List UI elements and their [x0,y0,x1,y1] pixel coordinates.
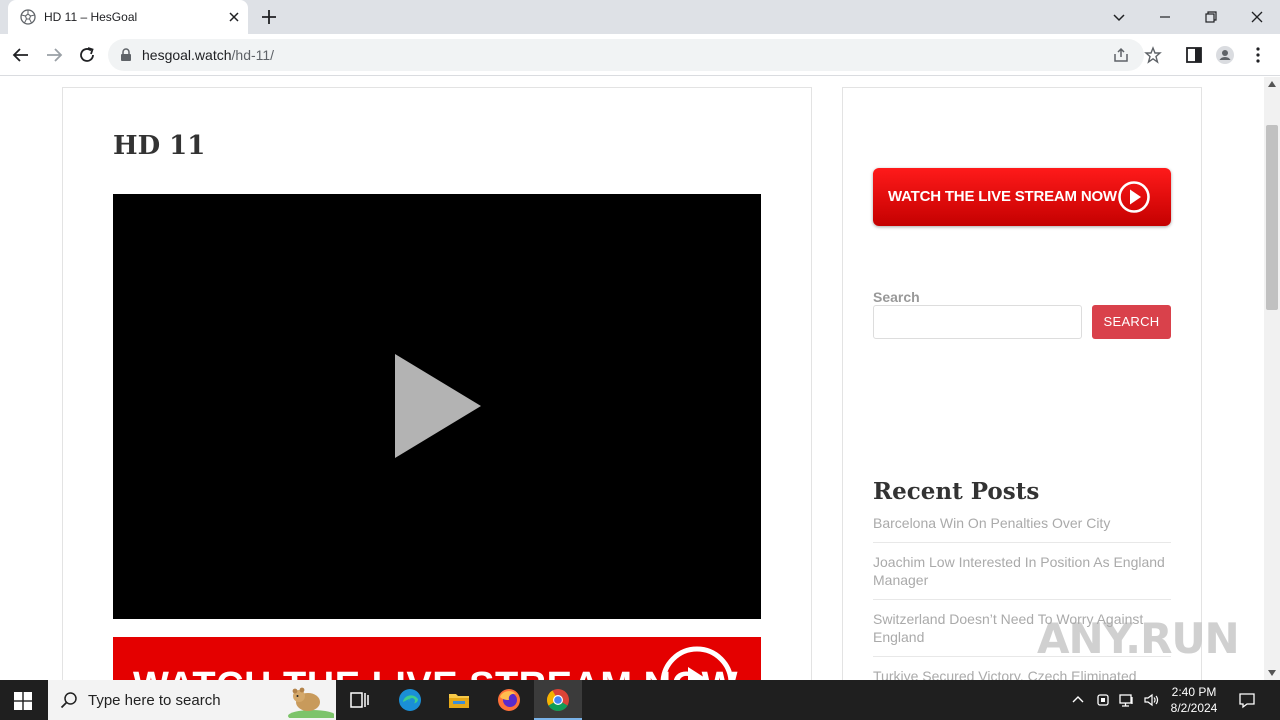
menu-kebab-icon[interactable] [1248,45,1268,65]
windows-taskbar: Type here to search 2:40 PM 8/2/2024 [0,680,1280,720]
clock-date: 8/2/2024 [1170,701,1218,715]
search-icon [60,692,77,709]
url-path: /hd-11/ [231,47,275,63]
chevron-up-icon[interactable] [1070,692,1086,708]
system-clock[interactable]: 2:40 PM 8/2/2024 [1164,684,1224,716]
live-stream-banner[interactable]: WATCH THE LIVE STREAM NOW [113,637,761,680]
tab-search-chevron-icon[interactable] [1108,6,1130,28]
play-circle-icon [660,646,734,680]
search-highlight-illustration [288,687,334,718]
browser-tab[interactable]: HD 11 – HesGoal [8,0,248,34]
page-viewport: HD 11 WATCH THE LIVE STREAM NOW WATCH TH… [0,77,1264,680]
taskbar-search-box[interactable]: Type here to search [48,680,336,720]
recent-post-link[interactable]: Joachim Low Interested In Position As En… [873,553,1171,600]
volume-icon[interactable] [1143,692,1159,708]
search-input[interactable] [873,305,1082,339]
profile-avatar-icon[interactable] [1215,45,1235,65]
recent-post-link[interactable]: Barcelona Win On Penalties Over City [873,514,1171,543]
url-text: hesgoal.watch/hd-11/ [142,47,274,63]
close-tab-icon[interactable] [226,9,242,25]
windows-start-icon[interactable] [14,692,32,710]
video-player[interactable] [113,194,761,619]
back-arrow-icon[interactable] [10,44,32,66]
notification-icon[interactable] [1238,691,1256,709]
scroll-up-arrow-icon[interactable] [1268,81,1276,87]
close-window-icon[interactable] [1246,6,1268,28]
tab-title: HD 11 – HesGoal [44,10,138,24]
address-bar[interactable]: hesgoal.watch/hd-11/ [108,39,1162,71]
side-panel-icon[interactable] [1184,45,1204,65]
file-explorer-icon[interactable] [447,688,471,712]
anyrun-watermark: ANY.RUN [1037,614,1240,663]
scroll-down-arrow-icon[interactable] [1268,670,1276,676]
sidebar: WATCH THE LIVE STREAM NOW Search SEARCH … [842,87,1202,680]
watch-live-stream-label: WATCH THE LIVE STREAM NOW [888,188,1117,205]
chrome-icon [547,689,569,711]
post-title: HD 11 [113,131,206,161]
post-card: HD 11 WATCH THE LIVE STREAM NOW [62,87,812,680]
clock-time: 2:40 PM [1171,685,1217,699]
network-icon[interactable] [1119,692,1135,708]
edge-browser-icon[interactable] [398,688,422,712]
lock-icon[interactable] [120,48,132,62]
search-button[interactable]: SEARCH [1092,305,1171,339]
recent-post-link[interactable]: Turkiye Secured Victory, Czech Eliminate… [873,667,1171,680]
firefox-icon[interactable] [497,688,521,712]
restore-icon[interactable] [1200,6,1222,28]
play-icon[interactable] [393,354,483,458]
new-tab-icon[interactable] [260,8,278,26]
page-scrollbar[interactable] [1264,77,1280,680]
device-icon[interactable] [1095,692,1111,708]
bookmark-star-icon[interactable] [1144,46,1162,64]
reload-icon[interactable] [76,44,98,66]
watch-live-stream-button[interactable]: WATCH THE LIVE STREAM NOW [873,168,1171,226]
scroll-thumb[interactable] [1266,125,1278,310]
tab-bar: HD 11 – HesGoal [0,0,1280,34]
url-domain: hesgoal.watch [142,47,232,63]
soccer-ball-icon [20,9,36,25]
play-circle-icon [1118,181,1150,213]
taskbar-search-placeholder: Type here to search [88,692,221,709]
minimize-icon[interactable] [1154,6,1176,28]
live-stream-banner-text: WATCH THE LIVE STREAM NOW [133,665,738,680]
recent-posts-heading: Recent Posts [873,478,1040,505]
share-icon[interactable] [1112,46,1130,64]
browser-toolbar: hesgoal.watch/hd-11/ [0,34,1280,76]
search-label: Search [873,289,920,305]
forward-arrow-icon[interactable] [43,44,65,66]
chrome-taskbar-button[interactable] [534,680,582,720]
task-view-icon[interactable] [348,688,372,712]
